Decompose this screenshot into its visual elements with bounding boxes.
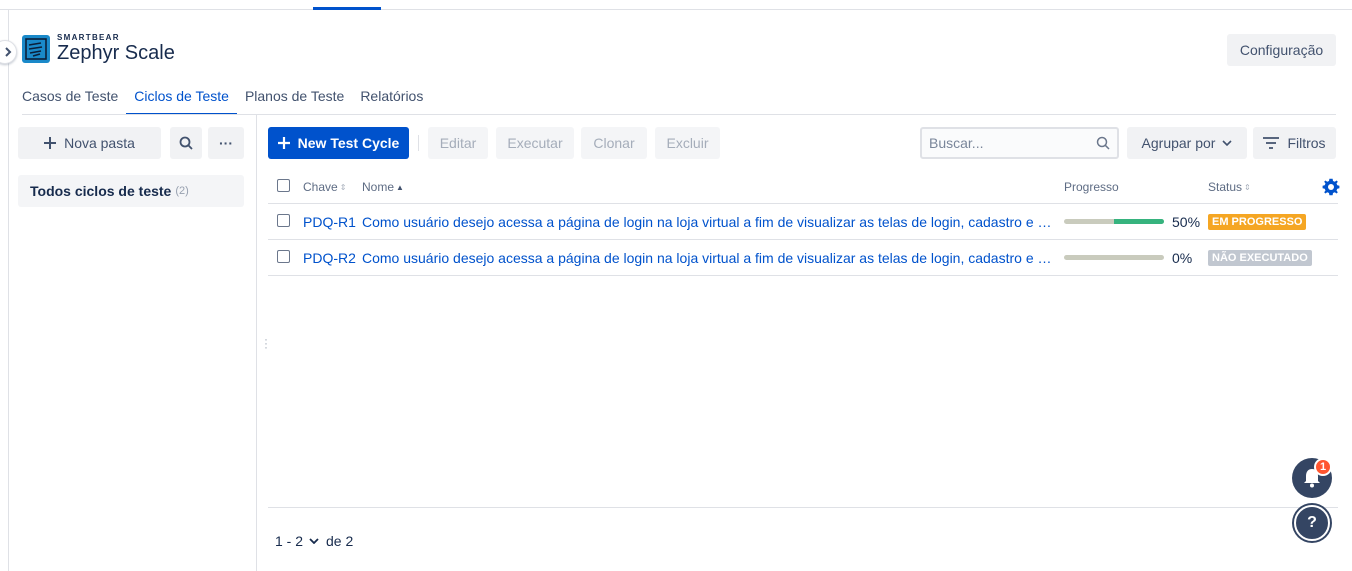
progress-bar — [1064, 255, 1164, 260]
progress-bar — [1064, 219, 1164, 224]
filter-icon — [1263, 137, 1280, 149]
help-icon: ? — [1307, 514, 1317, 531]
tab-test-cases[interactable]: Casos de Teste — [22, 88, 118, 115]
zephyr-logo-icon — [22, 34, 50, 63]
plus-icon — [44, 137, 57, 149]
left-border — [8, 10, 9, 571]
execute-button[interactable]: Executar — [496, 127, 574, 159]
app-logo: SMARTBEAR Zephyr Scale — [22, 34, 175, 63]
folder-count: (2) — [175, 185, 189, 197]
chevron-down-icon — [1222, 140, 1233, 146]
group-by-label: Agrupar por — [1141, 135, 1216, 151]
table-row[interactable]: PDQ-R2 Como usuário desejo acessa a pági… — [268, 240, 1338, 276]
progress-percent: 50% — [1172, 214, 1201, 230]
folder-label: Todos ciclos de teste — [30, 183, 172, 199]
resize-handle-icon[interactable]: · · · — [264, 333, 268, 353]
search-icon[interactable] — [1096, 136, 1110, 153]
chevron-right-icon — [5, 47, 12, 57]
new-folder-button[interactable]: Nova pasta — [18, 127, 161, 159]
top-nav-active-indicator — [313, 7, 381, 10]
top-border — [0, 9, 1352, 10]
column-header-name[interactable]: Nome ▲ — [362, 180, 404, 194]
group-by-button[interactable]: Agrupar por — [1127, 127, 1247, 159]
column-key-label: Chave — [303, 180, 338, 194]
folder-all-test-cycles[interactable]: Todos ciclos de teste (2) — [18, 175, 244, 207]
select-all-checkbox[interactable] — [277, 179, 290, 192]
search-icon — [179, 136, 193, 150]
status-badge: EM PROGRESSO — [1208, 214, 1307, 230]
toolbar-separator — [418, 135, 419, 151]
notification-count-badge: 1 — [1314, 458, 1332, 476]
row-checkbox[interactable] — [277, 250, 290, 263]
column-header-progress: Progresso — [1064, 180, 1119, 194]
tab-test-plans[interactable]: Planos de Teste — [245, 88, 344, 115]
page-range[interactable]: 1 - 2 — [275, 533, 303, 549]
progress-bar-fill — [1114, 219, 1164, 224]
edit-button[interactable]: Editar — [428, 127, 488, 159]
column-header-status[interactable]: Status ⇕ — [1208, 180, 1251, 194]
table-footer-divider — [268, 507, 1338, 508]
sort-icon: ⇕ — [1244, 182, 1251, 192]
folder-search-button[interactable] — [170, 127, 202, 159]
row-checkbox[interactable] — [277, 214, 290, 227]
tab-test-cycles[interactable]: Ciclos de Teste — [126, 88, 237, 115]
column-header-key[interactable]: Chave ⇕ — [303, 180, 346, 194]
filters-label: Filtros — [1287, 135, 1326, 151]
pagination: 1 - 2 de 2 — [275, 533, 353, 549]
configuration-button[interactable]: Configuração — [1227, 34, 1336, 66]
row-key-link[interactable]: PDQ-R1 — [303, 214, 356, 230]
row-name-link[interactable]: Como usuário desejo acessa a página de l… — [362, 214, 1052, 230]
sort-ascending-icon: ▲ — [396, 182, 404, 192]
search-box[interactable] — [920, 127, 1119, 159]
row-key-link[interactable]: PDQ-R2 — [303, 250, 356, 266]
expand-sidebar-button[interactable] — [0, 40, 17, 64]
product-name: Zephyr Scale — [57, 42, 175, 64]
column-settings-gear-icon[interactable] — [1322, 178, 1340, 199]
help-button[interactable]: ? — [1294, 505, 1330, 541]
main-tabs: Casos de Teste Ciclos de Teste Planos de… — [22, 88, 439, 115]
filters-button[interactable]: Filtros — [1253, 127, 1336, 159]
brand-name: SMARTBEAR — [57, 33, 120, 42]
search-input[interactable] — [929, 135, 1089, 151]
tabs-divider — [22, 114, 1336, 115]
sort-icon: ⇕ — [339, 182, 347, 192]
row-name-link[interactable]: Como usuário desejo acessa a página de l… — [362, 250, 1052, 266]
table-row[interactable]: PDQ-R1 Como usuário desejo acessa a pági… — [268, 204, 1338, 240]
new-folder-label: Nova pasta — [64, 135, 135, 151]
new-test-cycle-label: New Test Cycle — [297, 135, 400, 151]
delete-button[interactable]: Excluir — [655, 127, 720, 159]
column-name-label: Nome — [362, 180, 395, 194]
status-badge: NÃO EXECUTADO — [1208, 250, 1312, 266]
tab-reports[interactable]: Relatórios — [360, 88, 423, 115]
plus-icon — [277, 137, 290, 149]
column-progress-label: Progresso — [1064, 180, 1119, 194]
new-test-cycle-button[interactable]: New Test Cycle — [268, 127, 409, 159]
folder-more-button[interactable]: ··· — [208, 127, 244, 159]
chevron-down-icon[interactable] — [309, 538, 319, 544]
page-total: de 2 — [326, 533, 354, 549]
panel-divider — [256, 115, 257, 571]
clone-button[interactable]: Clonar — [581, 127, 647, 159]
column-status-label: Status — [1208, 180, 1243, 194]
more-icon: ··· — [219, 135, 233, 151]
progress-percent: 0% — [1172, 250, 1193, 266]
